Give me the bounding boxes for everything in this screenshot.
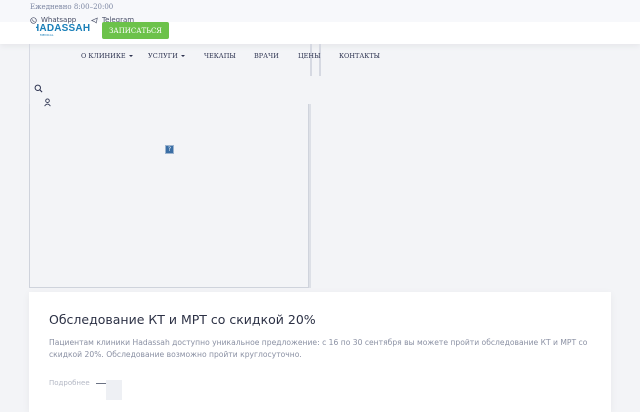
nav-item-clinic[interactable]: О КЛИНИКЕ	[81, 52, 133, 60]
telegram-icon	[91, 17, 98, 23]
nav-item-label: О КЛИНИКЕ	[81, 52, 126, 60]
chevron-down-icon	[128, 55, 133, 57]
chevron-down-icon	[180, 55, 185, 57]
divider	[106, 380, 122, 400]
site-header: Ежедневно 8:00–20:00 Whatsapp Telegram H…	[0, 0, 640, 44]
promo-text: Пациентам клиники Hadassah доступно уник…	[49, 338, 588, 359]
working-hours: Ежедневно 8:00–20:00	[30, 3, 114, 11]
image-placeholder-panel	[29, 104, 309, 288]
clinic-logo[interactable]: HADASSAH MEDICAL	[30, 20, 91, 37]
divider	[319, 44, 321, 76]
nav-item-label: ЦЕНЫ	[298, 52, 321, 60]
search-button[interactable]	[34, 78, 43, 93]
read-more-label: Подробнее	[49, 379, 90, 387]
nav-item-contacts[interactable]: КОНТАКТЫ	[339, 52, 380, 60]
nav-item-label: ВРАЧИ	[254, 52, 279, 60]
broken-image-icon: ?	[165, 145, 174, 154]
nav-item-label: УСЛУГИ	[148, 52, 178, 60]
nav-item-checkups[interactable]: ЧЕКАПЫ	[204, 52, 236, 60]
nav-item-services[interactable]: УСЛУГИ	[148, 52, 185, 60]
logo-subtitle: MEDICAL	[40, 33, 54, 37]
nav-item-doctors[interactable]: ВРАЧИ	[254, 52, 279, 60]
search-icon	[34, 84, 43, 93]
account-button[interactable]	[43, 92, 52, 107]
book-appointment-button[interactable]: ЗАПИСАТЬСЯ	[102, 22, 169, 39]
promo-title: Обследование КТ и МРТ со скидкой 20%	[49, 312, 316, 327]
nav-item-label: КОНТАКТЫ	[339, 52, 381, 60]
nav-item-prices[interactable]: ЦЕНЫ	[298, 52, 320, 60]
divider	[310, 44, 312, 76]
divider	[29, 44, 30, 104]
logo-name: HADASSAH	[32, 22, 91, 34]
nav-item-label: ЧЕКАПЫ	[204, 52, 236, 60]
